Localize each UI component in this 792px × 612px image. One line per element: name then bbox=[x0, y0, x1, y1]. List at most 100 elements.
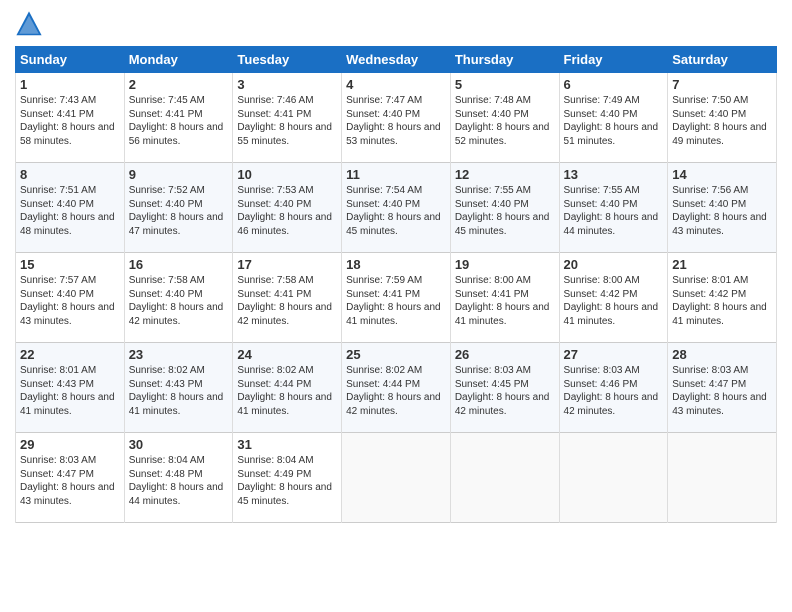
week-row-3: 15 Sunrise: 7:57 AM Sunset: 4:40 PM Dayl… bbox=[16, 253, 777, 343]
sunset-label: Sunset: 4:41 PM bbox=[20, 109, 94, 120]
day-cell: 20 Sunrise: 8:00 AM Sunset: 4:42 PM Dayl… bbox=[559, 253, 668, 343]
sunset-label: Sunset: 4:41 PM bbox=[237, 289, 311, 300]
daylight-label: Daylight: 8 hours and 43 minutes. bbox=[672, 392, 767, 417]
daylight-label: Daylight: 8 hours and 41 minutes. bbox=[129, 392, 224, 417]
sunset-label: Sunset: 4:40 PM bbox=[129, 289, 203, 300]
day-info: Sunrise: 8:01 AM Sunset: 4:42 PM Dayligh… bbox=[672, 274, 772, 328]
col-header-sunday: Sunday bbox=[16, 47, 125, 73]
week-row-4: 22 Sunrise: 8:01 AM Sunset: 4:43 PM Dayl… bbox=[16, 343, 777, 433]
sunset-label: Sunset: 4:45 PM bbox=[455, 379, 529, 390]
sunrise-label: Sunrise: 7:55 AM bbox=[455, 185, 531, 196]
day-cell bbox=[450, 433, 559, 523]
daylight-label: Daylight: 8 hours and 42 minutes. bbox=[564, 392, 659, 417]
daylight-label: Daylight: 8 hours and 41 minutes. bbox=[346, 302, 441, 327]
daylight-label: Daylight: 8 hours and 47 minutes. bbox=[129, 212, 224, 237]
day-cell: 3 Sunrise: 7:46 AM Sunset: 4:41 PM Dayli… bbox=[233, 73, 342, 163]
day-number: 21 bbox=[672, 257, 772, 272]
day-number: 12 bbox=[455, 167, 555, 182]
sunset-label: Sunset: 4:40 PM bbox=[129, 199, 203, 210]
sunset-label: Sunset: 4:42 PM bbox=[564, 289, 638, 300]
page-header bbox=[15, 10, 777, 38]
day-number: 13 bbox=[564, 167, 664, 182]
sunrise-label: Sunrise: 8:03 AM bbox=[20, 455, 96, 466]
sunset-label: Sunset: 4:40 PM bbox=[455, 109, 529, 120]
daylight-label: Daylight: 8 hours and 45 minutes. bbox=[237, 482, 332, 507]
day-info: Sunrise: 7:59 AM Sunset: 4:41 PM Dayligh… bbox=[346, 274, 446, 328]
day-number: 1 bbox=[20, 77, 120, 92]
sunrise-label: Sunrise: 7:47 AM bbox=[346, 95, 422, 106]
sunset-label: Sunset: 4:44 PM bbox=[237, 379, 311, 390]
sunrise-label: Sunrise: 8:02 AM bbox=[346, 365, 422, 376]
sunrise-label: Sunrise: 8:01 AM bbox=[672, 275, 748, 286]
day-info: Sunrise: 8:03 AM Sunset: 4:45 PM Dayligh… bbox=[455, 364, 555, 418]
day-info: Sunrise: 8:03 AM Sunset: 4:47 PM Dayligh… bbox=[672, 364, 772, 418]
day-cell: 8 Sunrise: 7:51 AM Sunset: 4:40 PM Dayli… bbox=[16, 163, 125, 253]
sunrise-label: Sunrise: 8:04 AM bbox=[237, 455, 313, 466]
day-cell: 5 Sunrise: 7:48 AM Sunset: 4:40 PM Dayli… bbox=[450, 73, 559, 163]
sunrise-label: Sunrise: 8:00 AM bbox=[455, 275, 531, 286]
week-row-2: 8 Sunrise: 7:51 AM Sunset: 4:40 PM Dayli… bbox=[16, 163, 777, 253]
sunrise-label: Sunrise: 7:48 AM bbox=[455, 95, 531, 106]
day-info: Sunrise: 8:02 AM Sunset: 4:43 PM Dayligh… bbox=[129, 364, 229, 418]
day-cell: 22 Sunrise: 8:01 AM Sunset: 4:43 PM Dayl… bbox=[16, 343, 125, 433]
daylight-label: Daylight: 8 hours and 52 minutes. bbox=[455, 122, 550, 147]
sunset-label: Sunset: 4:40 PM bbox=[455, 199, 529, 210]
day-number: 4 bbox=[346, 77, 446, 92]
daylight-label: Daylight: 8 hours and 41 minutes. bbox=[20, 392, 115, 417]
daylight-label: Daylight: 8 hours and 46 minutes. bbox=[237, 212, 332, 237]
day-info: Sunrise: 7:47 AM Sunset: 4:40 PM Dayligh… bbox=[346, 94, 446, 148]
day-cell: 31 Sunrise: 8:04 AM Sunset: 4:49 PM Dayl… bbox=[233, 433, 342, 523]
day-number: 6 bbox=[564, 77, 664, 92]
day-cell: 11 Sunrise: 7:54 AM Sunset: 4:40 PM Dayl… bbox=[342, 163, 451, 253]
sunset-label: Sunset: 4:40 PM bbox=[346, 199, 420, 210]
daylight-label: Daylight: 8 hours and 45 minutes. bbox=[346, 212, 441, 237]
col-header-thursday: Thursday bbox=[450, 47, 559, 73]
calendar-table: SundayMondayTuesdayWednesdayThursdayFrid… bbox=[15, 46, 777, 523]
day-number: 26 bbox=[455, 347, 555, 362]
sunrise-label: Sunrise: 7:55 AM bbox=[564, 185, 640, 196]
day-info: Sunrise: 8:03 AM Sunset: 4:47 PM Dayligh… bbox=[20, 454, 120, 508]
day-number: 22 bbox=[20, 347, 120, 362]
day-cell: 29 Sunrise: 8:03 AM Sunset: 4:47 PM Dayl… bbox=[16, 433, 125, 523]
day-number: 5 bbox=[455, 77, 555, 92]
sunrise-label: Sunrise: 8:03 AM bbox=[672, 365, 748, 376]
sunrise-label: Sunrise: 8:02 AM bbox=[237, 365, 313, 376]
day-number: 9 bbox=[129, 167, 229, 182]
day-info: Sunrise: 8:04 AM Sunset: 4:49 PM Dayligh… bbox=[237, 454, 337, 508]
daylight-label: Daylight: 8 hours and 49 minutes. bbox=[672, 122, 767, 147]
sunrise-label: Sunrise: 7:53 AM bbox=[237, 185, 313, 196]
day-cell: 13 Sunrise: 7:55 AM Sunset: 4:40 PM Dayl… bbox=[559, 163, 668, 253]
sunset-label: Sunset: 4:42 PM bbox=[672, 289, 746, 300]
day-number: 2 bbox=[129, 77, 229, 92]
day-cell: 15 Sunrise: 7:57 AM Sunset: 4:40 PM Dayl… bbox=[16, 253, 125, 343]
sunrise-label: Sunrise: 8:00 AM bbox=[564, 275, 640, 286]
sunrise-label: Sunrise: 8:01 AM bbox=[20, 365, 96, 376]
day-cell: 28 Sunrise: 8:03 AM Sunset: 4:47 PM Dayl… bbox=[668, 343, 777, 433]
daylight-label: Daylight: 8 hours and 48 minutes. bbox=[20, 212, 115, 237]
day-info: Sunrise: 8:02 AM Sunset: 4:44 PM Dayligh… bbox=[346, 364, 446, 418]
day-cell: 24 Sunrise: 8:02 AM Sunset: 4:44 PM Dayl… bbox=[233, 343, 342, 433]
sunset-label: Sunset: 4:40 PM bbox=[564, 109, 638, 120]
day-info: Sunrise: 7:49 AM Sunset: 4:40 PM Dayligh… bbox=[564, 94, 664, 148]
day-number: 16 bbox=[129, 257, 229, 272]
day-info: Sunrise: 7:55 AM Sunset: 4:40 PM Dayligh… bbox=[455, 184, 555, 238]
day-info: Sunrise: 7:58 AM Sunset: 4:41 PM Dayligh… bbox=[237, 274, 337, 328]
sunset-label: Sunset: 4:44 PM bbox=[346, 379, 420, 390]
day-info: Sunrise: 7:48 AM Sunset: 4:40 PM Dayligh… bbox=[455, 94, 555, 148]
sunrise-label: Sunrise: 7:43 AM bbox=[20, 95, 96, 106]
sunrise-label: Sunrise: 7:51 AM bbox=[20, 185, 96, 196]
day-info: Sunrise: 8:04 AM Sunset: 4:48 PM Dayligh… bbox=[129, 454, 229, 508]
day-number: 29 bbox=[20, 437, 120, 452]
daylight-label: Daylight: 8 hours and 42 minutes. bbox=[129, 302, 224, 327]
sunset-label: Sunset: 4:41 PM bbox=[237, 109, 311, 120]
day-info: Sunrise: 8:03 AM Sunset: 4:46 PM Dayligh… bbox=[564, 364, 664, 418]
day-cell: 26 Sunrise: 8:03 AM Sunset: 4:45 PM Dayl… bbox=[450, 343, 559, 433]
sunset-label: Sunset: 4:48 PM bbox=[129, 469, 203, 480]
day-number: 30 bbox=[129, 437, 229, 452]
day-number: 8 bbox=[20, 167, 120, 182]
day-info: Sunrise: 7:51 AM Sunset: 4:40 PM Dayligh… bbox=[20, 184, 120, 238]
sunset-label: Sunset: 4:40 PM bbox=[20, 199, 94, 210]
sunset-label: Sunset: 4:40 PM bbox=[672, 109, 746, 120]
sunrise-label: Sunrise: 7:50 AM bbox=[672, 95, 748, 106]
day-info: Sunrise: 8:02 AM Sunset: 4:44 PM Dayligh… bbox=[237, 364, 337, 418]
